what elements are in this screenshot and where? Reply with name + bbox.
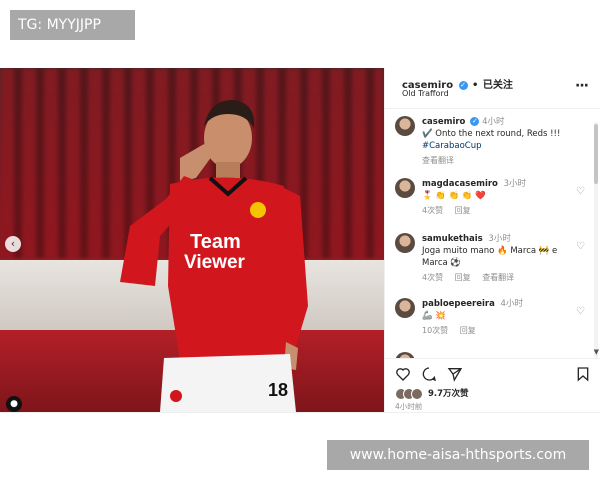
watermark-bottom: www.home-aisa-hthsports.com [327,440,589,470]
verified-icon: ✓ [470,117,480,126]
caption-time: 4小时 [482,117,505,127]
comment-username[interactable]: pabloepeereira [422,299,495,309]
previous-image-button[interactable]: ‹ [5,236,21,252]
post-photo: Team Viewer 18 ‹ ● [0,68,384,412]
comment-likes[interactable]: 10次赞 [422,326,448,335]
likes-count[interactable]: 9.7万次赞 [428,389,469,399]
scrollbar-thumb[interactable] [594,124,598,184]
verified-icon: ✓ [458,80,468,90]
posted-time: 4小时前 [395,402,423,411]
comment-time: 4小时 [500,299,523,309]
avatar[interactable] [395,233,415,253]
heart-icon[interactable]: ♡ [576,241,585,252]
liker-avatar [411,387,423,400]
club-crest [250,202,266,218]
save-bookmark-icon[interactable] [575,366,591,382]
caption-hashtag[interactable]: #CarabaoCup [422,141,482,151]
like-heart-icon[interactable] [395,366,411,382]
player-figure: Team Viewer 18 [120,100,308,412]
avatar[interactable] [395,298,415,318]
avatar[interactable] [395,116,415,136]
watermark-top: TG: MYYJJPP [10,10,135,40]
reply-button[interactable]: 回复 [455,206,471,215]
post-actions: 9.7万次赞 4小时前 [385,358,600,413]
share-icon[interactable] [447,366,463,382]
comment-time: 3小时 [488,234,511,244]
reply-button[interactable]: 回复 [460,326,476,335]
caption-text: ✔️ Onto the next round, Reds !!! [422,129,561,139]
more-options-icon[interactable]: ··· [575,78,589,94]
comment-time: 3小时 [503,179,527,189]
avatar[interactable] [395,178,415,198]
see-translation-link[interactable]: 查看翻译 [482,273,514,282]
instagram-post: Team Viewer 18 ‹ ● casemiro ✓ • 已关注 Old … [0,68,600,413]
follow-status-button[interactable]: 已关注 [483,80,513,91]
tagged-users-icon[interactable]: ● [6,396,22,412]
separator: • [472,80,479,91]
comments-scrollbar[interactable] [594,122,598,358]
scroll-down-arrow[interactable]: ▼ [594,348,599,356]
shirt-sponsor: Team [190,231,241,253]
reply-button[interactable]: 回复 [455,273,471,282]
heart-icon[interactable]: ♡ [576,186,585,197]
svg-text:Viewer: Viewer [184,252,246,273]
post-location[interactable]: Old Trafford [402,89,449,98]
shorts-number: 18 [268,380,288,400]
comment-likes[interactable]: 4次赞 [422,206,443,215]
heart-icon[interactable]: ♡ [576,306,585,317]
comment-text: 🎖️ 👏 👏 👏 ❤️ [422,191,486,201]
comment-icon[interactable] [421,366,437,382]
post-sidebar: casemiro ✓ • 已关注 Old Trafford ··· casemi… [384,68,600,412]
comment-text: Joga muito mano 🔥 Marca 🚧 e Marca ⚽ [422,246,558,268]
comment-likes[interactable]: 4次赞 [422,273,443,282]
likes-summary[interactable]: 9.7万次赞 [395,387,469,400]
post-header: casemiro ✓ • 已关注 Old Trafford ··· [385,68,600,109]
comments-list[interactable]: casemiro ✓ 4小时 ✔️ Onto the next round, Re… [385,108,595,358]
comment-text: 🦾 💥 [422,311,446,321]
see-translation-link[interactable]: 查看翻译 [422,156,454,165]
comment-username[interactable]: magdacasemiro [422,179,498,189]
caption-username[interactable]: casemiro [422,117,465,127]
comment-username[interactable]: samukethais [422,234,483,244]
